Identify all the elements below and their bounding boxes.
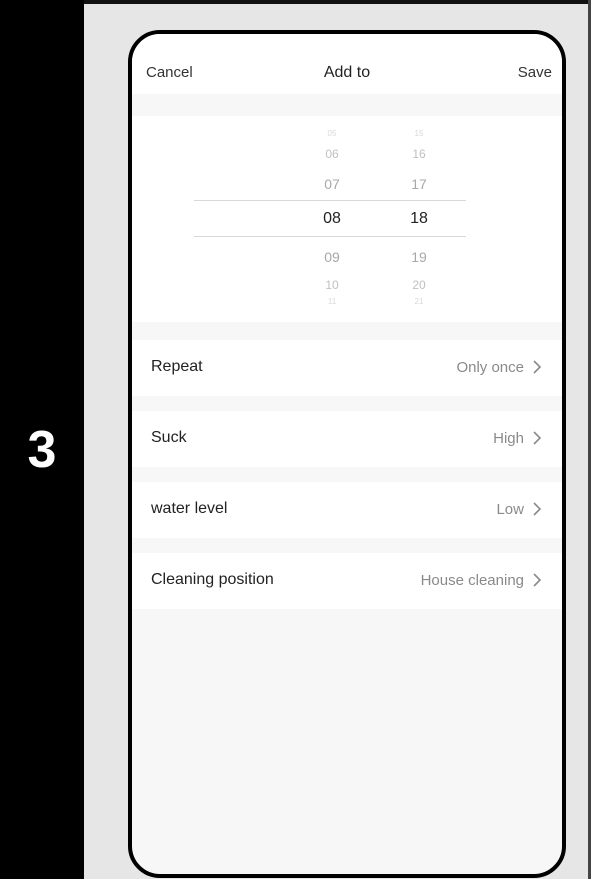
chevron-right-icon	[533, 502, 542, 516]
hour-item: 11	[327, 297, 337, 305]
chevron-right-icon	[533, 431, 542, 445]
setting-label: Suck	[151, 429, 187, 446]
minute-item: 20	[412, 278, 426, 292]
hour-item: 05	[327, 129, 337, 138]
setting-row-suck[interactable]: Suck High	[132, 411, 562, 467]
nav-bar: Cancel Add to Save	[132, 34, 562, 94]
minute-item: 15	[414, 129, 424, 138]
save-button[interactable]: Save	[518, 64, 552, 81]
setting-label: Repeat	[151, 358, 203, 375]
hour-item: 07	[324, 176, 340, 192]
time-picker[interactable]: 05 06 07 08 09 10 11 15 16 17 18 19 20 2…	[132, 116, 562, 322]
setting-value: Low	[496, 501, 524, 518]
chevron-right-icon	[533, 573, 542, 587]
chevron-right-icon	[533, 360, 542, 374]
minute-item: 19	[411, 249, 427, 265]
hour-selected: 08	[323, 210, 341, 227]
minute-item: 17	[411, 176, 427, 192]
minute-item: 16	[412, 147, 426, 161]
top-divider	[84, 0, 591, 4]
setting-row-cleaning-position[interactable]: Cleaning position House cleaning	[132, 553, 562, 609]
setting-row-repeat[interactable]: Repeat Only once	[132, 340, 562, 396]
hour-item: 09	[324, 249, 340, 265]
minute-selected: 18	[410, 210, 428, 227]
setting-value: House cleaning	[420, 572, 524, 589]
step-sidebar: 3	[0, 0, 84, 879]
hour-item: 10	[325, 278, 339, 292]
hour-wheel[interactable]: 05 06 07 08 09 10 11	[302, 116, 362, 322]
minute-item: 21	[414, 297, 424, 305]
setting-label: water level	[151, 500, 228, 517]
phone-frame: Cancel Add to Save 05 06 07 08 09 10 11 …	[128, 30, 566, 878]
page-title: Add to	[323, 64, 371, 81]
setting-label: Cleaning position	[151, 571, 274, 588]
setting-value: High	[493, 430, 524, 447]
minute-wheel[interactable]: 15 16 17 18 19 20 21	[389, 116, 449, 322]
step-number: 3	[27, 421, 57, 479]
setting-row-water-level[interactable]: water level Low	[132, 482, 562, 538]
setting-value: Only once	[456, 359, 524, 376]
hour-item: 06	[325, 147, 339, 161]
